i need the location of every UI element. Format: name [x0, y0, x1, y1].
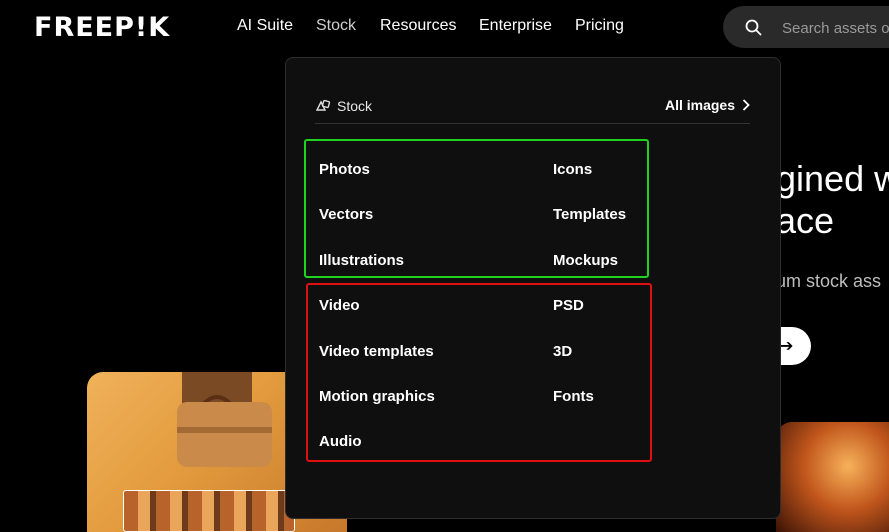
menu-item-photos[interactable]: Photos: [319, 161, 370, 178]
dropdown-section-label: Stock: [337, 98, 373, 114]
menu-item-video-templates[interactable]: Video templates: [319, 343, 434, 360]
dropdown-section-header: Stock: [315, 98, 372, 114]
hero-subtitle: um stock ass: [776, 271, 882, 291]
menu-item-psd[interactable]: PSD: [553, 297, 584, 314]
menu-item-video[interactable]: Video: [319, 297, 360, 314]
menu-item-audio[interactable]: Audio: [319, 433, 362, 450]
nav-resources[interactable]: Resources: [380, 17, 456, 35]
chevron-right-icon: [742, 99, 750, 111]
arrow-right-icon: ➔: [780, 338, 794, 355]
dropdown-divider: [315, 123, 750, 124]
hero-title: gined w ace: [776, 158, 889, 241]
freepik-logo[interactable]: FREEP!K: [34, 12, 170, 43]
all-images-link[interactable]: All images: [665, 97, 750, 113]
stock-icon: [315, 99, 331, 111]
search-input[interactable]: [780, 16, 889, 40]
thumbnail-strip: [123, 490, 295, 532]
nav-pricing[interactable]: Pricing: [575, 17, 624, 35]
menu-item-vectors[interactable]: Vectors: [319, 206, 373, 223]
menu-item-mockups[interactable]: Mockups: [553, 252, 618, 269]
search-icon: [745, 19, 762, 36]
menu-item-icons[interactable]: Icons: [553, 161, 592, 178]
nav-ai-suite[interactable]: AI Suite: [237, 17, 293, 35]
hero-image-fire: [776, 422, 889, 532]
nav-enterprise[interactable]: Enterprise: [479, 17, 552, 35]
search-bar[interactable]: [723, 6, 889, 48]
menu-item-fonts[interactable]: Fonts: [553, 388, 594, 405]
menu-item-illustrations[interactable]: Illustrations: [319, 252, 404, 269]
stock-dropdown-menu: Stock All images Photos Vectors Illustra…: [285, 57, 781, 519]
nav-stock[interactable]: Stock: [316, 17, 356, 35]
menu-item-templates[interactable]: Templates: [553, 206, 626, 223]
menu-item-3d[interactable]: 3D: [553, 343, 572, 360]
menu-item-motion-graphics[interactable]: Motion graphics: [319, 388, 435, 405]
